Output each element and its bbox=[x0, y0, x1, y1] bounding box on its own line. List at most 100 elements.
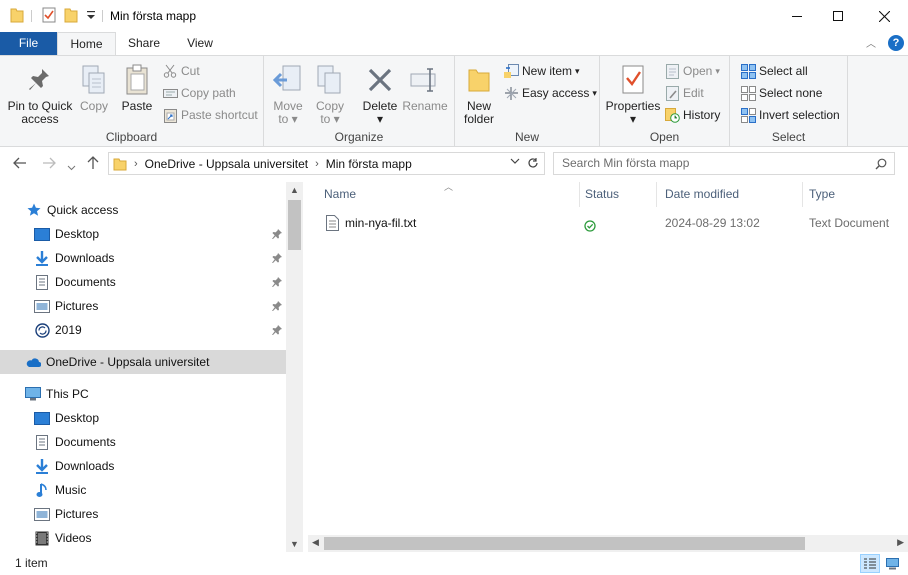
cut-button[interactable]: Cut bbox=[162, 61, 200, 81]
nav-quick-downloads[interactable]: Downloads bbox=[0, 246, 286, 270]
details-view-button[interactable] bbox=[860, 554, 880, 573]
address-dropdown-chevron-icon[interactable] bbox=[510, 158, 520, 165]
new-item-label: New item bbox=[522, 64, 573, 78]
column-header-name[interactable]: Name bbox=[316, 182, 580, 207]
nav-item-label: Pictures bbox=[55, 507, 99, 521]
address-bar[interactable]: › OneDrive - Uppsala universitet › Min f… bbox=[108, 152, 545, 175]
pin-to-quick-access-button[interactable]: Pin to Quick access bbox=[6, 62, 74, 126]
large-icons-view-button[interactable] bbox=[882, 554, 902, 573]
select-all-button[interactable]: Select all bbox=[740, 61, 808, 81]
clipboard-icon bbox=[118, 62, 156, 98]
nav-item-label: 2019 bbox=[55, 323, 82, 337]
pin-icon[interactable] bbox=[272, 300, 282, 314]
nav-pane-scrollbar[interactable]: ▲ ▼ bbox=[286, 182, 303, 552]
properties-button[interactable]: Properties ▾ bbox=[604, 62, 662, 126]
rename-button[interactable]: Rename bbox=[402, 62, 448, 113]
new-folder-quick-icon[interactable] bbox=[64, 7, 78, 26]
nav-pc-documents[interactable]: Documents bbox=[0, 430, 286, 454]
move-to-label-2: to ▾ bbox=[278, 112, 298, 126]
help-icon[interactable]: ? bbox=[888, 35, 904, 51]
nav-pc-music[interactable]: Music bbox=[0, 478, 286, 502]
search-input[interactable]: Search Min första mapp bbox=[553, 152, 895, 175]
nav-quick-documents[interactable]: Documents bbox=[0, 270, 286, 294]
invert-selection-button[interactable]: Invert selection bbox=[740, 105, 840, 125]
maximize-button[interactable] bbox=[815, 0, 861, 32]
close-button[interactable] bbox=[861, 0, 907, 32]
nav-quick-pictures[interactable]: Pictures bbox=[0, 294, 286, 318]
new-folder-button[interactable]: New folder bbox=[459, 62, 499, 126]
edit-button[interactable]: Edit bbox=[664, 83, 704, 103]
chevron-up-icon[interactable]: ︿ bbox=[866, 35, 876, 50]
music-note-icon bbox=[34, 482, 50, 498]
recent-locations-chevron-icon[interactable] bbox=[67, 158, 76, 174]
column-header-status[interactable]: Status bbox=[577, 182, 657, 207]
tab-home[interactable]: Home bbox=[57, 32, 116, 56]
pin-icon[interactable] bbox=[272, 252, 282, 266]
breadcrumb-onedrive[interactable]: OneDrive - Uppsala universitet bbox=[145, 157, 308, 171]
pin-icon[interactable] bbox=[272, 276, 282, 290]
nav-pc-downloads[interactable]: Downloads bbox=[0, 454, 286, 478]
pin-icon[interactable] bbox=[272, 228, 282, 242]
nav-pc-pictures[interactable]: Pictures bbox=[0, 502, 286, 526]
history-button[interactable]: History bbox=[664, 105, 720, 125]
delete-button[interactable]: Delete ▾ bbox=[360, 62, 400, 126]
properties-quick-icon[interactable] bbox=[42, 7, 56, 26]
status-bar: 1 item bbox=[0, 552, 908, 575]
nav-onedrive[interactable]: OneDrive - Uppsala universitet bbox=[0, 350, 286, 374]
nav-quick-2019[interactable]: 2019 bbox=[0, 318, 286, 342]
forward-arrow-icon[interactable] bbox=[42, 156, 56, 172]
new-item-button[interactable]: New item ▾ bbox=[503, 61, 580, 81]
tab-file[interactable]: File bbox=[0, 32, 57, 55]
scroll-right-arrow-icon[interactable]: ▶ bbox=[897, 537, 904, 548]
paste-shortcut-icon bbox=[162, 107, 178, 123]
breadcrumb-separator: › bbox=[315, 157, 319, 170]
nav-this-pc[interactable]: This PC bbox=[0, 382, 286, 406]
pin-icon[interactable] bbox=[272, 324, 282, 338]
copy-to-button[interactable]: Copy to ▾ bbox=[312, 62, 348, 126]
rename-label: Rename bbox=[402, 99, 448, 113]
column-header-date-modified[interactable]: Date modified bbox=[657, 182, 803, 207]
refresh-icon[interactable] bbox=[527, 157, 539, 169]
minimize-button[interactable] bbox=[774, 0, 820, 32]
file-row[interactable]: min-nya-fil.txt 2024-08-29 13:02 Text Do… bbox=[308, 212, 908, 234]
move-to-button[interactable]: Move to ▾ bbox=[270, 62, 306, 126]
file-list-horizontal-scrollbar[interactable]: ◀ ▶ bbox=[308, 535, 908, 552]
easy-access-label: Easy access bbox=[522, 86, 590, 100]
back-arrow-icon[interactable] bbox=[13, 156, 27, 172]
file-type: Text Document bbox=[809, 216, 890, 230]
scrollbar-thumb[interactable] bbox=[324, 537, 805, 550]
column-header-type[interactable]: Type bbox=[801, 182, 901, 207]
copy-button[interactable]: Copy bbox=[76, 62, 112, 113]
customize-quick-access-icon[interactable] bbox=[86, 9, 96, 24]
tab-share[interactable]: Share bbox=[120, 32, 168, 55]
nav-pc-desktop[interactable]: Desktop bbox=[0, 406, 286, 430]
navigation-pane: Quick access Desktop Downloads Documents bbox=[0, 182, 304, 552]
item-count: 1 item bbox=[15, 556, 48, 570]
paste-label: Paste bbox=[121, 99, 153, 113]
tab-view[interactable]: View bbox=[176, 32, 224, 55]
move-to-icon bbox=[270, 62, 306, 98]
nav-quick-desktop[interactable]: Desktop bbox=[0, 222, 286, 246]
copy-path-button[interactable]: Copy path bbox=[162, 83, 236, 103]
ribbon-tabs: File Home Share View ︿ ? bbox=[0, 32, 908, 56]
easy-access-button[interactable]: Easy access ▾ bbox=[503, 83, 597, 103]
paste-button[interactable]: Paste bbox=[118, 62, 156, 113]
nav-item-label: Desktop bbox=[55, 227, 100, 241]
nav-item-label: This PC bbox=[46, 387, 89, 401]
nav-item-label: Documents bbox=[55, 275, 116, 289]
paste-shortcut-button[interactable]: Paste shortcut bbox=[162, 105, 258, 125]
breadcrumb-current-folder[interactable]: Min första mapp bbox=[326, 157, 412, 171]
scroll-left-arrow-icon[interactable]: ◀ bbox=[312, 537, 319, 548]
nav-quick-access[interactable]: Quick access bbox=[0, 198, 286, 222]
nav-pc-videos[interactable]: Videos bbox=[0, 526, 286, 550]
scrollbar-thumb[interactable] bbox=[288, 200, 301, 250]
up-arrow-icon[interactable] bbox=[87, 156, 99, 173]
search-icon[interactable] bbox=[875, 158, 887, 170]
scroll-down-arrow-icon[interactable]: ▼ bbox=[290, 539, 299, 549]
scroll-up-arrow-icon[interactable]: ▲ bbox=[290, 185, 299, 195]
nav-item-label: Videos bbox=[55, 531, 92, 545]
select-none-button[interactable]: Select none bbox=[740, 83, 822, 103]
open-button[interactable]: Open ▾ bbox=[664, 61, 720, 81]
invert-selection-icon bbox=[740, 107, 756, 123]
nav-item-label: Documents bbox=[55, 435, 116, 449]
